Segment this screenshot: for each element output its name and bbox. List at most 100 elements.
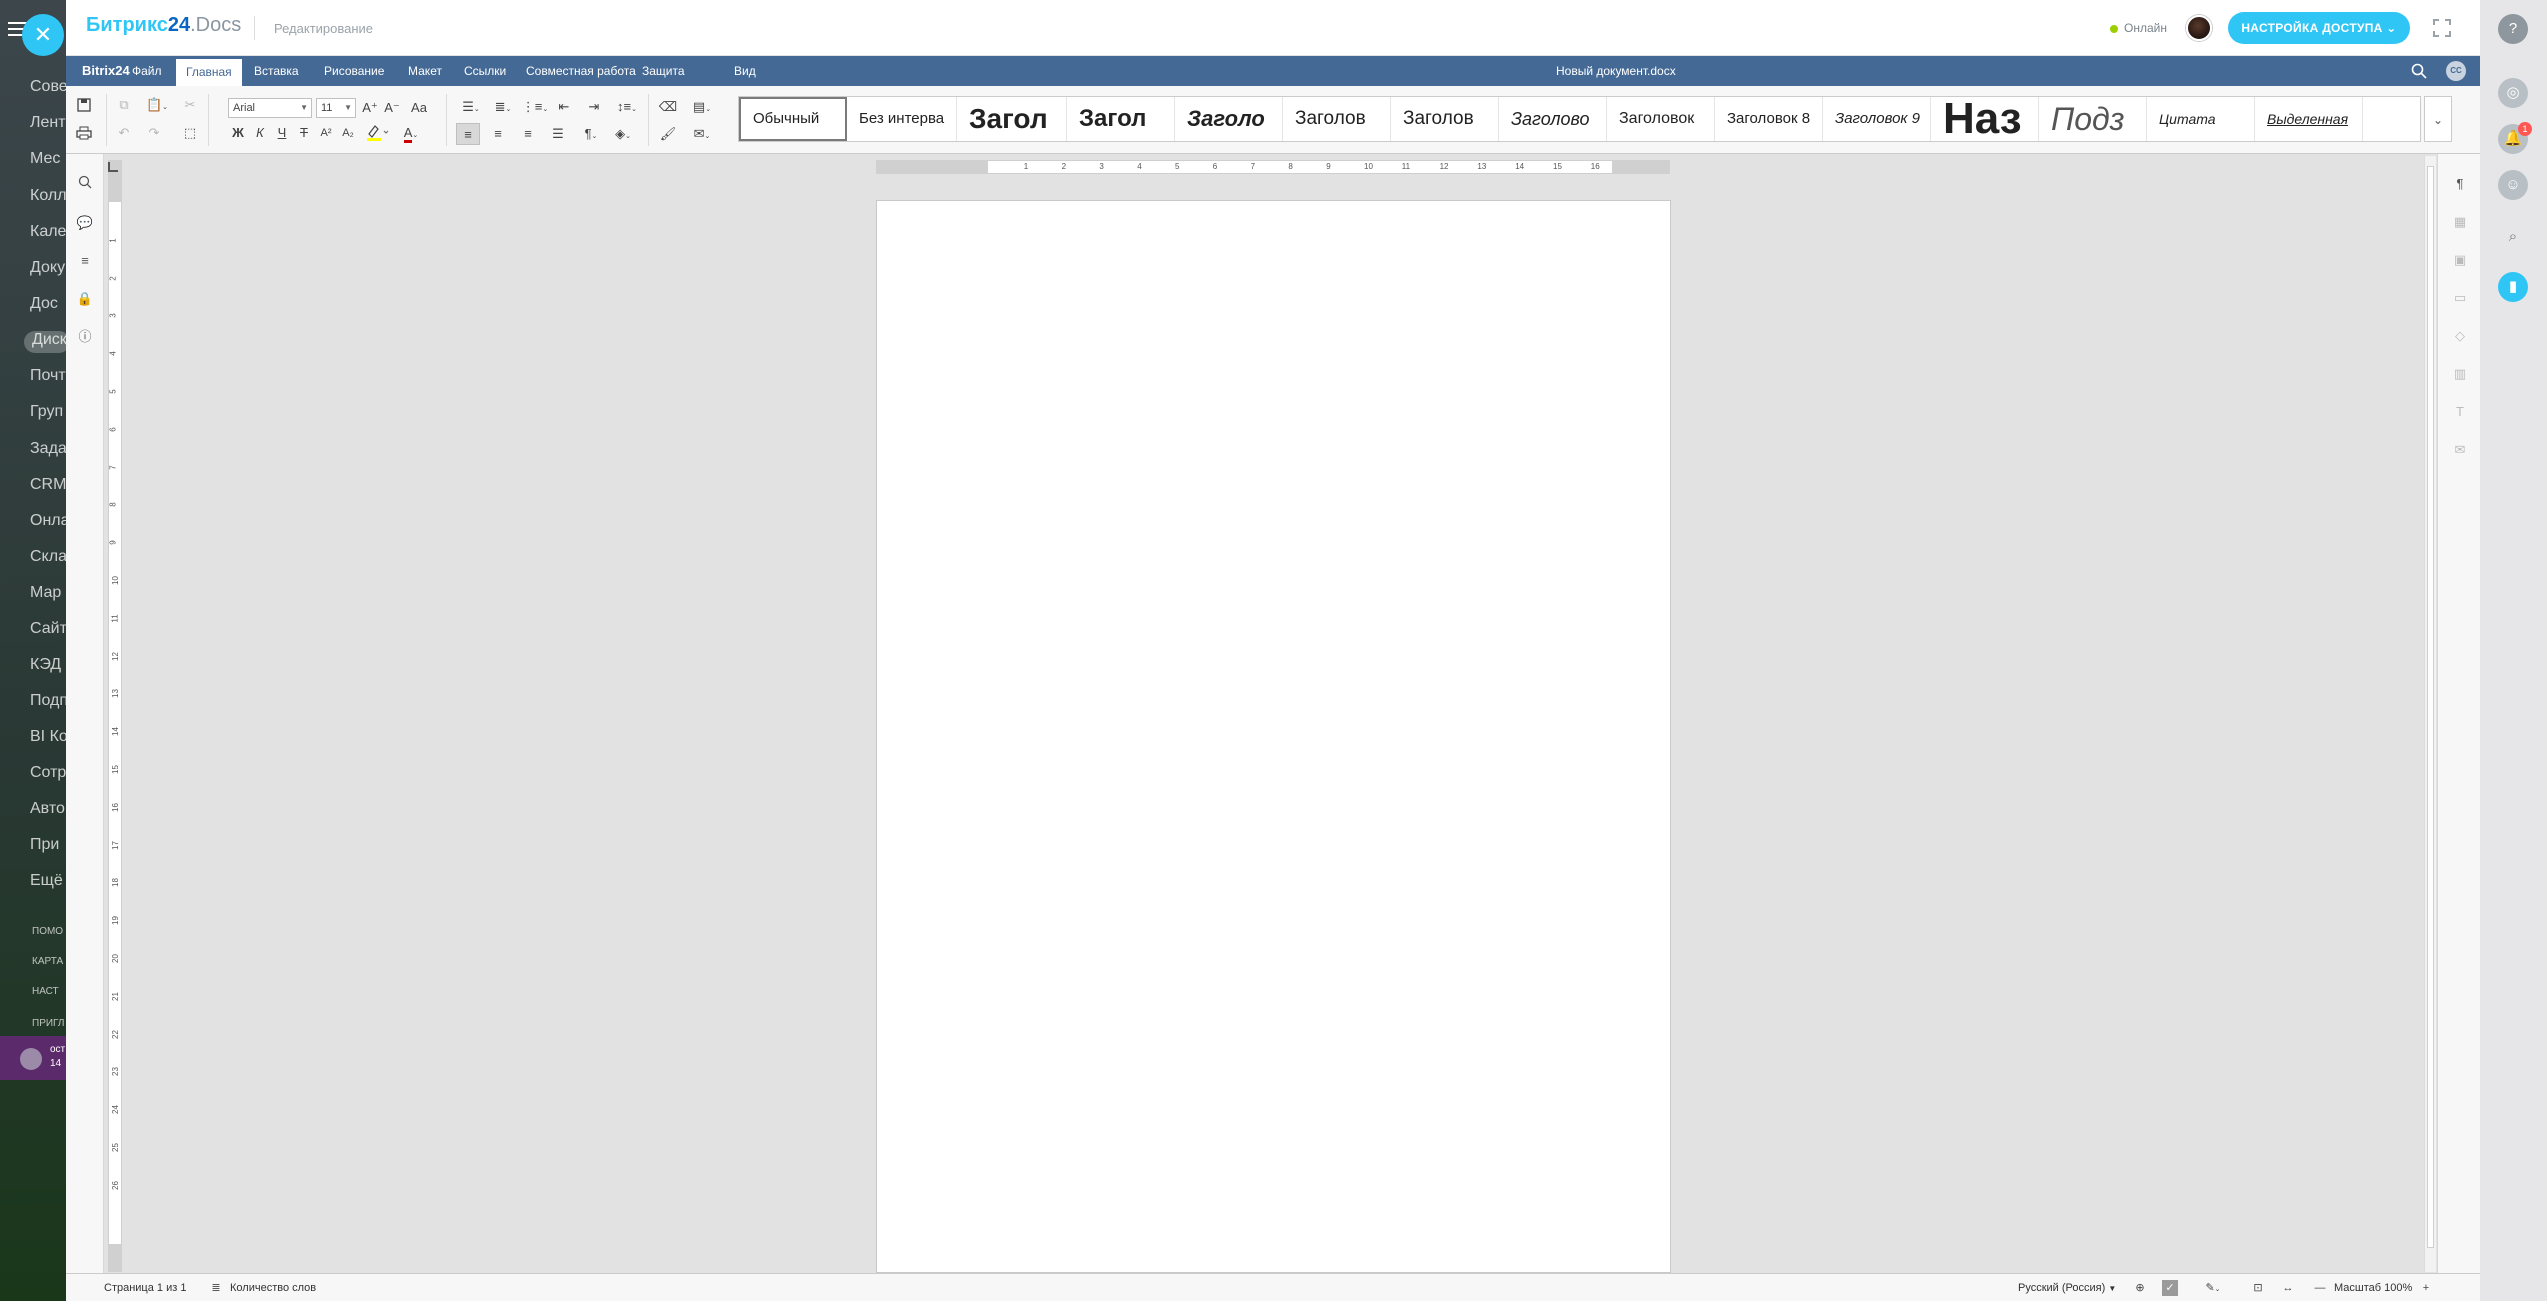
vertical-ruler[interactable]: 1 2 3 4 5 6 7 8 9 10 11 12 13 14 15 16 17 18 19 20 21 22 23 24 2… (108, 160, 122, 1272)
portal-menu-item[interactable]: Ещё (30, 872, 70, 894)
portal-menu-item[interactable]: Лент (30, 114, 70, 136)
portal-menu-item[interactable]: BI Ко (30, 728, 70, 750)
portal-menu-item[interactable]: КЭД (30, 656, 70, 678)
spellcheck-icon[interactable]: ✓ (2162, 1280, 2178, 1296)
portal-menu-item[interactable]: Авто (30, 800, 70, 822)
image-settings-icon[interactable]: ▣ (2450, 250, 2470, 270)
search-icon[interactable] (2410, 62, 2428, 80)
shrink-font-icon[interactable]: A⁻ (380, 97, 404, 119)
fit-page-icon[interactable]: ⊡ (2250, 1280, 2266, 1296)
grow-font-icon[interactable]: A⁺ (358, 97, 382, 119)
chart-settings-icon[interactable]: ▥ (2450, 364, 2470, 384)
zoom-out-button[interactable]: — (2312, 1280, 2328, 1296)
menu-tab[interactable]: Совместная работа (516, 56, 646, 86)
paste-icon[interactable]: 📋⌄ (142, 94, 172, 116)
globe-icon[interactable]: ⊕ (2132, 1280, 2148, 1296)
portal-menu-item[interactable]: Почт (30, 367, 70, 389)
line-spacing-icon[interactable]: ↕≡⌄ (612, 96, 642, 118)
style-heading-3[interactable]: Заголо (1175, 97, 1283, 141)
style-heading-7[interactable]: Заголовок (1607, 97, 1715, 141)
document-page[interactable] (876, 200, 1671, 1273)
save-icon[interactable] (72, 94, 96, 116)
editor-user-avatar[interactable]: CC (2446, 61, 2466, 81)
chats-icon[interactable]: ☺ (2498, 170, 2528, 200)
align-justify-icon[interactable]: ☰ (546, 123, 570, 145)
menu-tab[interactable]: Файл (122, 56, 172, 86)
comments-icon[interactable]: 💬 (74, 212, 96, 234)
track-changes-icon[interactable]: ✎⌄ (2198, 1280, 2228, 1296)
align-left-icon[interactable]: ≡ (456, 123, 480, 145)
copy-icon[interactable]: ⧉ (112, 94, 136, 116)
language-select[interactable]: Русский (Россия) ▼ (2018, 1282, 2116, 1294)
multilevel-list-icon[interactable]: ⋮≡⌄ (520, 96, 550, 118)
style-quote[interactable]: Цитата (2147, 97, 2255, 141)
portal-menu-item[interactable]: CRM (30, 476, 70, 498)
style-heading-1[interactable]: Загол (957, 97, 1067, 141)
align-center-icon[interactable]: ≡ (486, 123, 510, 145)
portal-menu-item[interactable]: Мес (30, 150, 70, 172)
numbered-list-icon[interactable]: ≣⌄ (488, 96, 518, 118)
clear-formatting-icon[interactable]: ⌫ (656, 96, 680, 118)
style-heading-2[interactable]: Загол (1067, 97, 1175, 141)
portal-menu-item[interactable]: Диск (24, 331, 70, 353)
horizontal-ruler[interactable]: 211234567891011121314151617 (876, 160, 1670, 174)
mail-merge-settings-icon[interactable]: ✉ (2450, 440, 2470, 460)
portal-menu-item[interactable]: Скла (30, 548, 70, 570)
style-title[interactable]: Наз (1931, 97, 2039, 141)
access-settings-button[interactable]: НАСТРОЙКА ДОСТУПА ⌄ (2228, 12, 2410, 44)
help-button[interactable]: ? (2498, 14, 2528, 44)
search-icon[interactable]: ⌕ (2498, 222, 2528, 252)
portal-menu-item[interactable]: Груп (30, 403, 70, 425)
navigation-icon[interactable]: ≡ (74, 250, 96, 272)
portal-menu-item[interactable]: Кале (30, 223, 70, 245)
redo-icon[interactable]: ↷ (142, 122, 166, 144)
menu-tab[interactable]: Ссылки (454, 56, 516, 86)
tab-stop-selector[interactable] (108, 162, 118, 172)
italic-button[interactable]: К (248, 122, 272, 144)
paragraph-settings-icon[interactable]: ¶ (2450, 174, 2470, 194)
textart-settings-icon[interactable]: T (2450, 402, 2470, 422)
shading-icon[interactable]: ◈⌄ (608, 123, 638, 145)
portal-menu-item[interactable]: Подп (30, 692, 70, 714)
menu-tab[interactable]: Вид (724, 56, 766, 86)
copilot-icon[interactable]: ◎ (2498, 78, 2528, 108)
portal-menu-item[interactable]: Дос (30, 295, 70, 317)
cut-icon[interactable]: ✂ (178, 94, 202, 116)
portal-menu-item[interactable]: Онла (30, 512, 70, 534)
print-icon[interactable] (72, 122, 96, 144)
scrollbar-thumb[interactable] (2427, 166, 2434, 1248)
portal-footer-link[interactable]: НАСТ (32, 986, 68, 997)
align-right-icon[interactable]: ≡ (516, 123, 540, 145)
portal-menu-item[interactable]: Мар (30, 584, 70, 606)
portal-menu-item[interactable]: Сайт (30, 620, 70, 642)
strikethrough-button[interactable]: Т (292, 122, 316, 144)
bold-button[interactable]: Ж (226, 122, 250, 144)
undo-icon[interactable]: ↶ (112, 122, 136, 144)
change-case-icon[interactable]: Aa (404, 97, 434, 119)
menu-tab[interactable]: Макет (398, 56, 452, 86)
decrease-indent-icon[interactable]: ⇤ (552, 96, 576, 118)
subscript-button[interactable]: A₂ (336, 122, 360, 144)
pilcrow-icon[interactable]: ¶⌄ (576, 123, 606, 145)
shape-settings-icon[interactable]: ◇ (2450, 326, 2470, 346)
vertical-scrollbar[interactable] (2424, 156, 2436, 1272)
portal-footer-link[interactable]: КАРТА (32, 956, 68, 967)
style-no-spacing[interactable]: Без интерва (847, 97, 957, 141)
close-slider-button[interactable]: ✕ (22, 14, 64, 56)
menu-tab[interactable]: Вставка (244, 56, 309, 86)
bookmark-icon[interactable]: ▮ (2498, 272, 2528, 302)
style-heading-4[interactable]: Заголов (1283, 97, 1391, 141)
font-size-select[interactable]: 11 ▼ (316, 98, 356, 118)
style-subtitle[interactable]: Подз (2039, 97, 2147, 141)
bullet-list-icon[interactable]: ☰⌄ (456, 96, 486, 118)
style-heading-6[interactable]: Заголово (1499, 97, 1607, 141)
copy-style-icon[interactable]: 🖌 (656, 123, 680, 145)
zoom-in-button[interactable]: + (2418, 1280, 2434, 1296)
style-intense-quote[interactable]: Выделенная (2255, 97, 2363, 141)
styles-more-button[interactable]: ⌄ (2424, 96, 2452, 142)
portal-promo[interactable]: ост 14 (0, 1036, 66, 1080)
style-heading-8[interactable]: Заголовок 8 (1715, 97, 1823, 141)
font-color-icon[interactable]: A⌄ (396, 122, 426, 144)
mail-merge-icon[interactable]: ✉⌄ (686, 123, 718, 145)
portal-footer-link[interactable]: ПОМО (32, 926, 68, 937)
